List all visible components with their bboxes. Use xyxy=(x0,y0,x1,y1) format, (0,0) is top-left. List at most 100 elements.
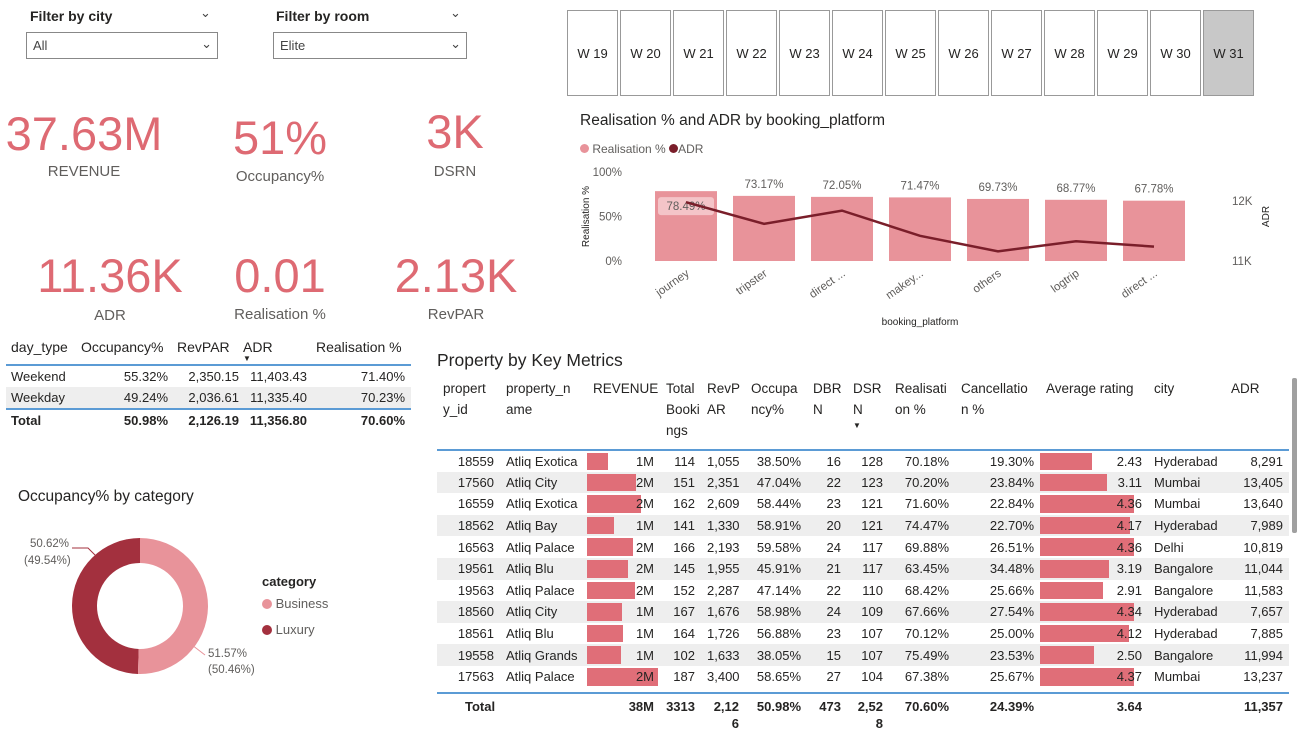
cell-dbrn: 22 xyxy=(826,474,841,490)
week-button-w27[interactable]: W 27 xyxy=(991,10,1042,96)
cell-realisation: 70.20% xyxy=(904,474,949,490)
cell-property-name: Atliq City xyxy=(506,604,558,620)
cell-value: 2.43 xyxy=(1116,453,1142,469)
col-header-city[interactable]: city xyxy=(1148,378,1225,450)
donut-sublabel-luxury: (49.54%) xyxy=(24,555,71,567)
table-row[interactable]: 18562 Atliq Bay 1M 141 1,330 58.91% 20 121 74.47… xyxy=(437,514,1289,537)
cell-realisation: 70.23% xyxy=(360,390,405,405)
col-header-adr[interactable]: ADR xyxy=(1225,378,1289,450)
table-row[interactable]: 19561 Atliq Blu 2M 145 1,955 45.91% 21 117 63.45… xyxy=(437,557,1289,580)
data-bar xyxy=(1040,473,1108,492)
week-button-w22[interactable]: W 22 xyxy=(726,10,777,96)
table-total-row: Total 50.98% 2,126.19 11,356.80 70.60% xyxy=(6,408,411,430)
week-button-w19[interactable]: W 19 xyxy=(567,10,618,96)
y2-tick-label: 11K xyxy=(1232,256,1252,268)
cell-property-id: 19558 xyxy=(457,647,494,663)
cell-rating: 4.36 xyxy=(1040,536,1148,558)
cell-value: 4.36 xyxy=(1116,539,1142,555)
donut-slice-luxury[interactable] xyxy=(71,538,140,674)
cell-total-revpar: 2,126.19 xyxy=(188,413,239,428)
cell-occupancy: 45.91% xyxy=(756,561,801,577)
table-scrollbar[interactable] xyxy=(1292,378,1297,533)
week-button-w26[interactable]: W 26 xyxy=(938,10,989,96)
table-row[interactable]: 17560 Atliq City 2M 151 2,351 47.04% 22 123 70.2… xyxy=(437,471,1289,494)
legend-item-realisation[interactable]: Realisation % xyxy=(580,142,666,156)
col-header-adr[interactable]: ADR xyxy=(243,339,273,355)
col-header-property-id[interactable]: propert y_id xyxy=(437,378,500,450)
week-button-w25[interactable]: W 25 xyxy=(885,10,936,96)
cell-revenue: 1M xyxy=(587,623,660,645)
col-header-dbrn[interactable]: DBR N xyxy=(807,378,847,450)
total-label: Total xyxy=(465,699,496,714)
week-button-w29[interactable]: W 29 xyxy=(1097,10,1148,96)
cell-city: Hyderabad xyxy=(1154,626,1218,642)
col-header-revpar[interactable]: RevPAR xyxy=(177,339,230,355)
week-button-w28[interactable]: W 28 xyxy=(1044,10,1095,96)
week-button-w31[interactable]: W 31 xyxy=(1203,10,1254,96)
col-header-average-rating[interactable]: Average rating xyxy=(1040,378,1148,450)
table-row[interactable]: 19558 Atliq Grands 1M 102 1,633 38.05% 15 107 75… xyxy=(437,644,1289,666)
data-label: 72.05% xyxy=(822,180,861,192)
cell-adr: 11,994 xyxy=(1244,647,1283,663)
col-header-occupancy[interactable]: Occupancy% xyxy=(81,339,163,355)
room-filter-select[interactable]: Elite ⌄ xyxy=(273,32,467,59)
cell-revpar: 2,193 xyxy=(707,539,740,555)
table-row[interactable]: Weekend 55.32% 2,350.15 11,403.43 71.40% xyxy=(6,366,411,387)
col-header-occupancy[interactable]: Occupancy% xyxy=(745,378,807,450)
cell-realisation: 70.12% xyxy=(904,626,949,642)
cell-city: Mumbai xyxy=(1154,669,1201,685)
cell-dsrn: 107 xyxy=(861,647,883,663)
col-header-day-type[interactable]: day_type xyxy=(11,339,68,355)
x-tick-label: makey... xyxy=(884,268,926,302)
legend-item-luxury[interactable]: Luxury xyxy=(262,622,315,637)
legend-item-business[interactable]: Business xyxy=(262,596,328,611)
cell-dsrn: 107 xyxy=(861,626,883,642)
cell-cancellation: 22.70% xyxy=(989,518,1034,534)
legend-item-adr[interactable]: ADR xyxy=(669,142,703,156)
cell-revpar: 2,350.15 xyxy=(188,369,239,384)
table-row[interactable]: 19563 Atliq Palace 2M 152 2,287 47.14% 22 110 68… xyxy=(437,580,1289,602)
col-header-revenue[interactable]: REVENUE xyxy=(587,378,660,450)
cell-dbrn: 24 xyxy=(826,539,841,555)
donut-label-business: 51.57% xyxy=(208,648,248,660)
table-row[interactable]: 17563 Atliq Palace 2M 187 3,400 58.65% 27 104 67… xyxy=(437,666,1289,688)
cell-property-name: Atliq City xyxy=(506,474,558,490)
room-filter-collapse-icon[interactable]: ⌄ xyxy=(450,5,461,21)
cell-total-bookings: 141 xyxy=(673,518,695,534)
cell-occupancy: 58.91% xyxy=(756,518,801,534)
city-filter-select[interactable]: All ⌄ xyxy=(26,32,218,59)
col-header-realisation[interactable]: Realisation % xyxy=(889,378,955,450)
donut-slice-business[interactable] xyxy=(138,538,208,674)
table-row[interactable]: 18559 Atliq Exotica 1M 114 1,055 38.50% 16 128 7… xyxy=(437,450,1289,472)
col-header-revpar[interactable]: RevPAR xyxy=(701,378,745,450)
y-axis-title: Realisation % xyxy=(581,186,592,247)
legend-dot-icon xyxy=(580,144,589,153)
data-bar xyxy=(587,603,623,621)
week-button-w21[interactable]: W 21 xyxy=(673,10,724,96)
cell-occupancy: 58.98% xyxy=(756,604,801,620)
col-header-property-name[interactable]: property_n ame xyxy=(500,378,587,450)
table-row[interactable]: 16563 Atliq Palace 2M 166 2,193 59.58% 24 117 69… xyxy=(437,536,1289,558)
week-button-w30[interactable]: W 30 xyxy=(1150,10,1201,96)
legend-dot-icon xyxy=(669,144,679,153)
week-button-w23[interactable]: W 23 xyxy=(779,10,830,96)
table-row[interactable]: 18561 Atliq Blu 1M 164 1,726 56.88% 23 107 70.12… xyxy=(437,623,1289,645)
col-header-realisation[interactable]: Realisation % xyxy=(316,339,402,355)
col-header-total-bookings[interactable]: Total Booki ngs xyxy=(660,378,701,450)
data-bar xyxy=(1040,559,1109,578)
kpi-occupancy-value: 51% xyxy=(232,111,328,164)
col-header-cancellation[interactable]: Cancellatio n % xyxy=(955,378,1040,450)
week-button-w24[interactable]: W 24 xyxy=(832,10,883,96)
table-row[interactable]: 18560 Atliq City 1M 167 1,676 58.98% 24 109 67.6… xyxy=(437,601,1289,623)
kpi-adr-label: ADR xyxy=(94,307,126,324)
y-tick-label: 0% xyxy=(605,256,622,268)
table-row[interactable]: 16559 Atliq Exotica 2M 162 2,609 58.44% 23 121 7… xyxy=(437,493,1289,515)
cell-adr: 11,583 xyxy=(1244,582,1283,598)
cell-dsrn: 128 xyxy=(861,453,883,469)
week-button-w20[interactable]: W 20 xyxy=(620,10,671,96)
city-filter-value: All xyxy=(33,38,48,53)
city-filter-collapse-icon[interactable]: ⌄ xyxy=(200,5,211,21)
col-header-dsrn[interactable]: DSR N ▼ xyxy=(847,378,889,450)
table-row[interactable]: Weekday 49.24% 2,036.61 11,335.40 70.23% xyxy=(6,387,411,408)
cell-total-label: Total xyxy=(11,413,42,428)
